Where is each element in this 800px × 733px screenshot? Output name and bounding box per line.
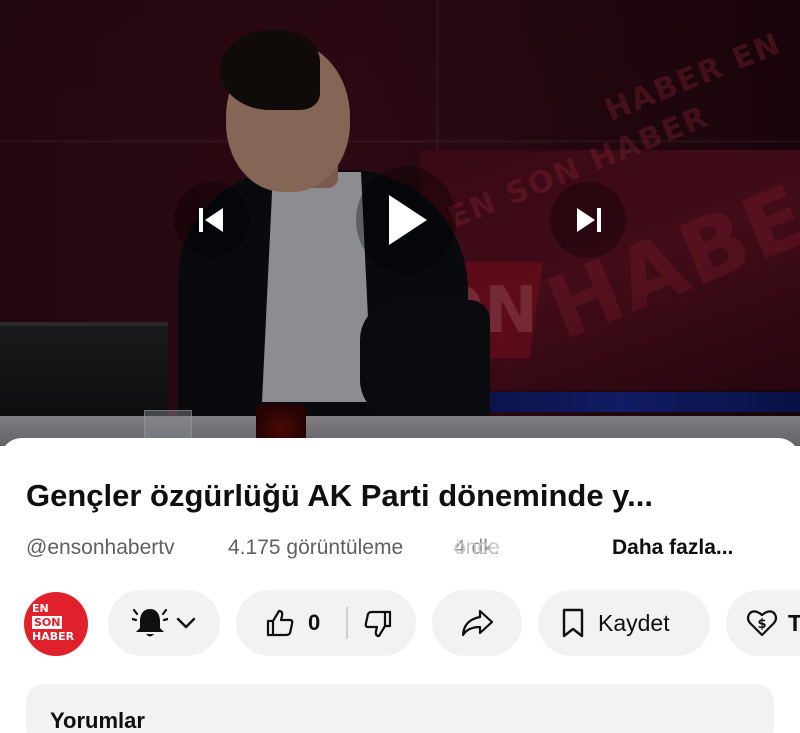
svg-text:$: $ xyxy=(757,617,766,632)
bell-icon xyxy=(132,608,168,637)
subscription-bell-button[interactable] xyxy=(108,590,220,656)
like-count: 0 xyxy=(308,610,321,635)
view-count: 4.175 görüntüleme xyxy=(228,536,404,559)
next-button[interactable] xyxy=(550,182,626,258)
like-divider xyxy=(346,607,348,639)
bookmark-icon xyxy=(562,608,584,638)
thanks-button[interactable]: $ T xyxy=(726,590,800,656)
share-icon xyxy=(461,609,494,637)
video-meta[interactable]: @ensonhabertv 4.175 görüntüleme 4 dk. ön… xyxy=(26,536,786,564)
play-icon xyxy=(389,195,427,245)
chevron-down-icon xyxy=(176,617,196,629)
save-button[interactable]: Kaydet xyxy=(538,590,710,656)
play-button[interactable] xyxy=(356,166,456,274)
channel-handle[interactable]: @ensonhabertv xyxy=(26,536,175,560)
video-title[interactable]: Gençler özgürlüğü AK Parti döneminde y..… xyxy=(26,478,786,514)
comments-title: Yorumlar xyxy=(50,708,145,733)
comments-panel[interactable]: Yorumlar xyxy=(26,684,774,733)
dislike-button[interactable] xyxy=(362,608,394,645)
video-player[interactable]: HABER EN EN SON HABER HABER ON xyxy=(0,0,800,446)
channel-logo: EN SON HABER xyxy=(32,602,80,643)
logo-line: EN xyxy=(32,602,49,615)
heart-dollar-icon: $ xyxy=(746,610,778,637)
logo-line: HABER xyxy=(32,630,75,643)
like-button[interactable]: 0 xyxy=(264,607,320,639)
previous-button[interactable] xyxy=(174,182,250,258)
thanks-label: T xyxy=(788,609,800,636)
upload-time-faded: önce xyxy=(454,536,500,559)
previous-track-icon xyxy=(199,208,223,232)
logo-line: SON xyxy=(32,616,63,629)
more-button[interactable]: Daha fazla... xyxy=(612,536,733,560)
save-label: Kaydet xyxy=(598,609,670,636)
thumbs-up-icon xyxy=(266,609,294,637)
like-dislike-group: 0 xyxy=(236,590,416,656)
video-info-sheet: Gençler özgürlüğü AK Parti döneminde y..… xyxy=(0,438,800,733)
share-button[interactable] xyxy=(432,590,522,656)
thumbs-down-icon xyxy=(364,610,392,638)
channel-avatar[interactable]: EN SON HABER xyxy=(24,592,88,656)
action-bar: EN SON HABER 0 Kaydet $ T xyxy=(0,588,800,658)
next-track-icon xyxy=(577,208,601,232)
